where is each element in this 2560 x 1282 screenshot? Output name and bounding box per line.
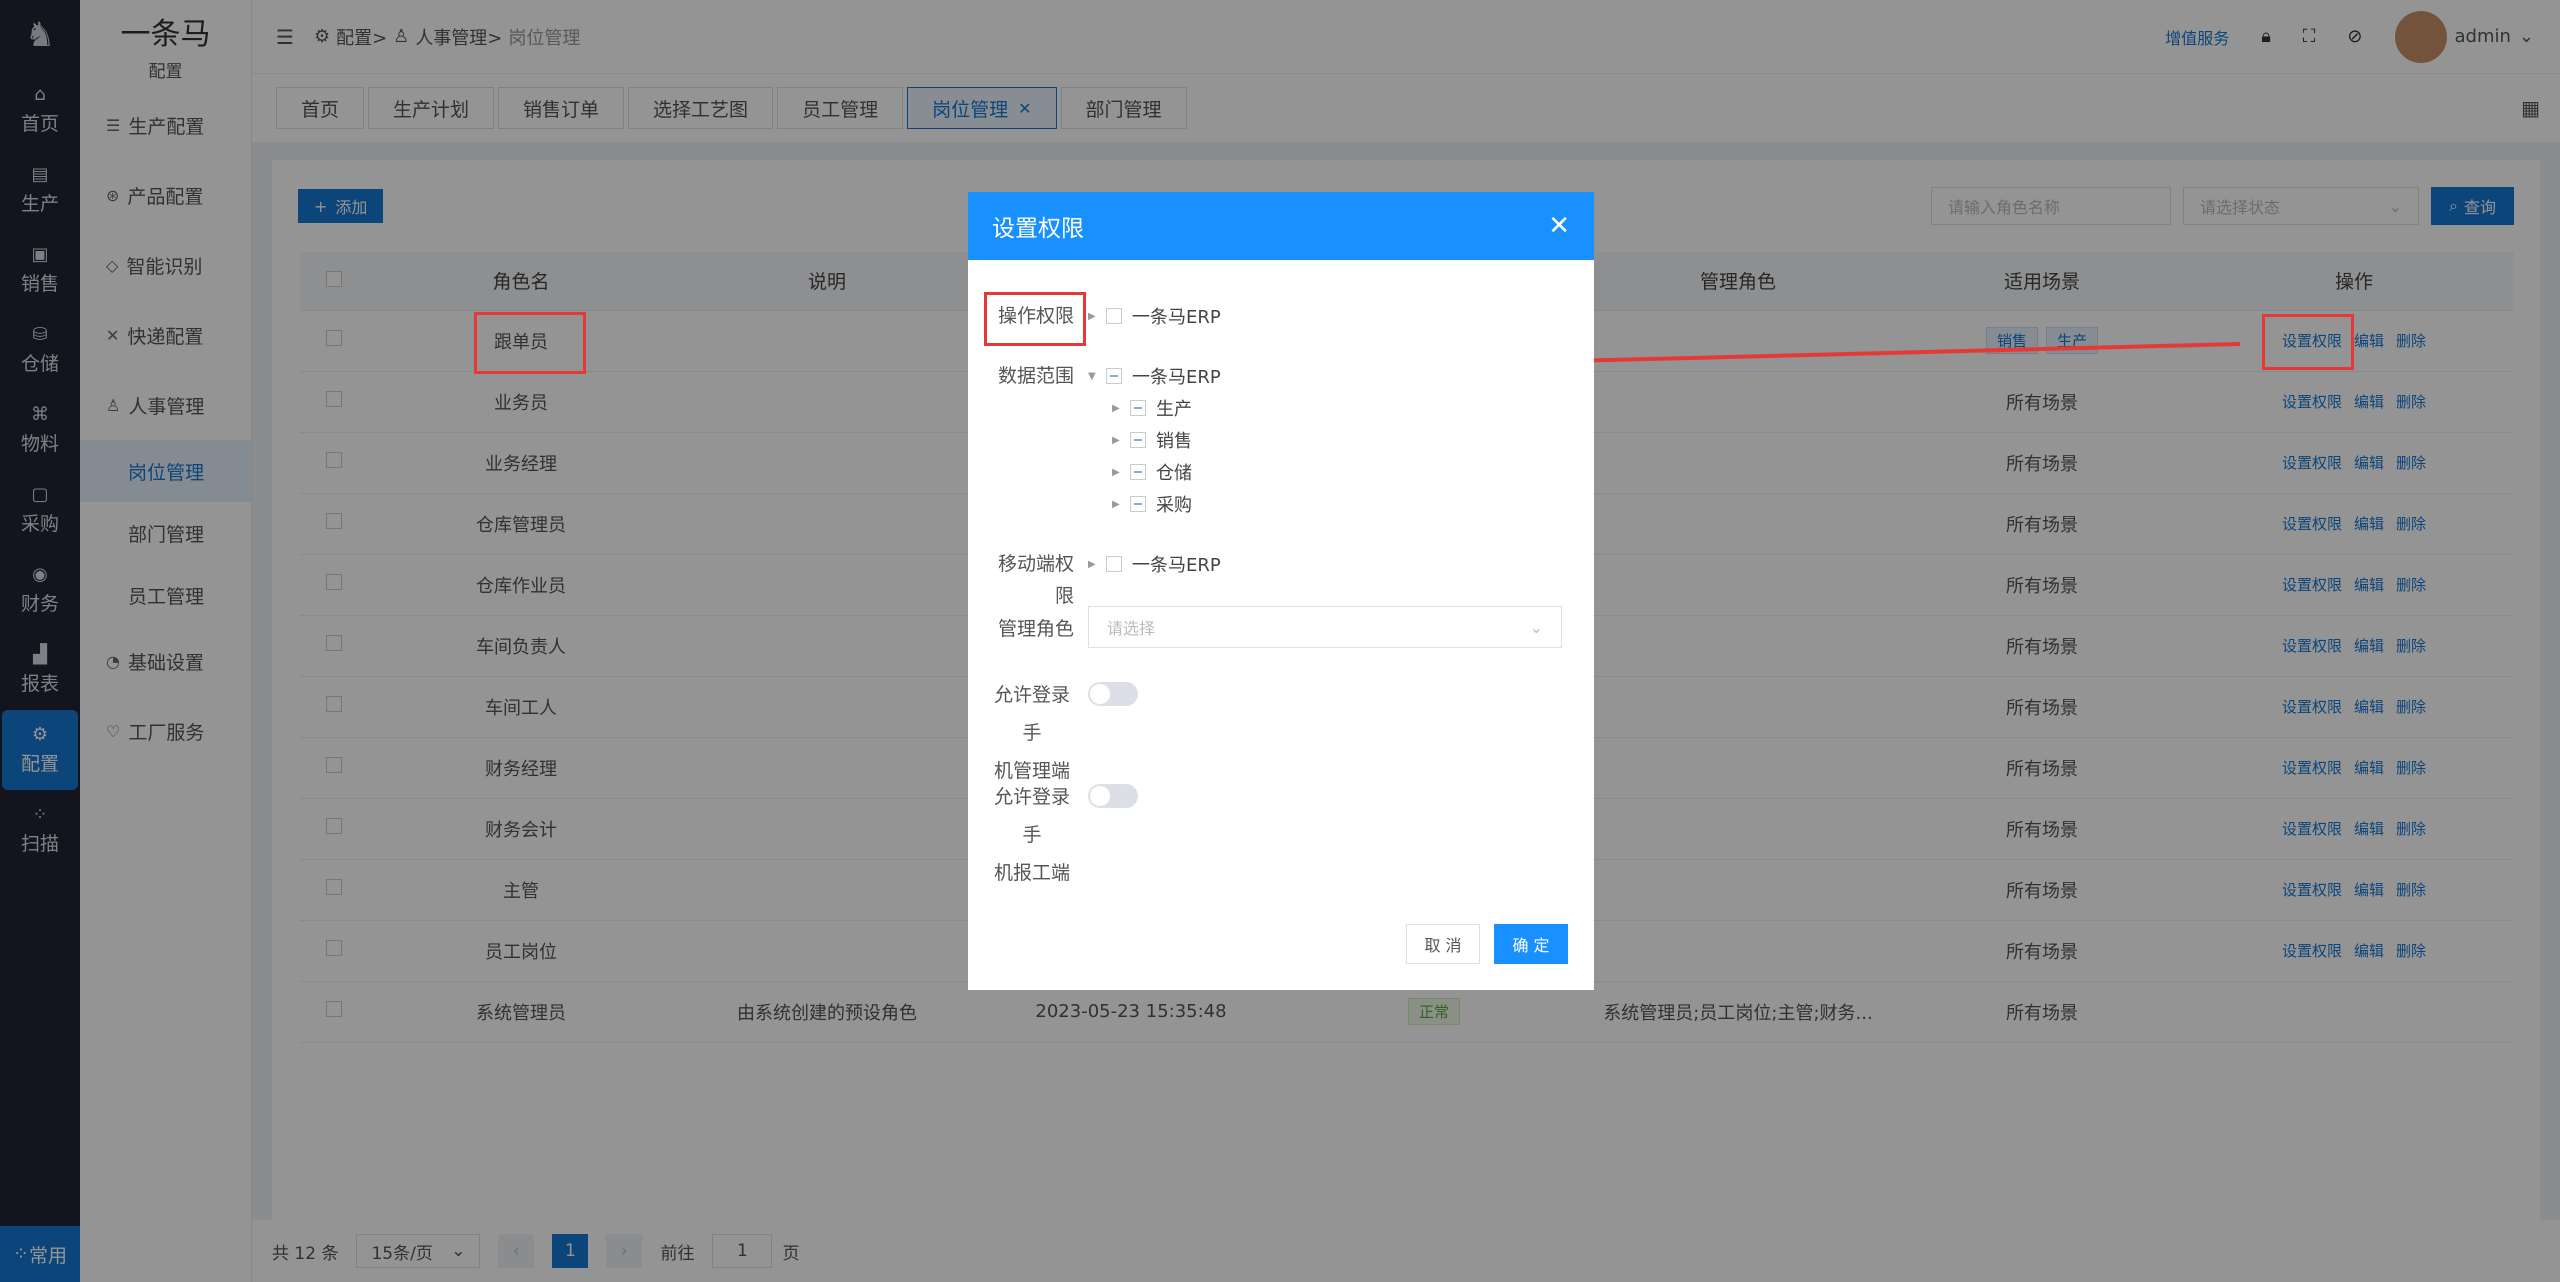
mobile-permission-row: 移动端权限 ▶ 一条马ERP — [990, 548, 1221, 612]
caret-right-icon[interactable]: ▶ — [1112, 435, 1130, 446]
mobile-permission-label: 移动端权限 — [997, 553, 1074, 607]
tree-checkbox[interactable] — [1106, 556, 1122, 572]
allow-report-label-line2: 机报工端 — [993, 862, 1070, 884]
op-permission-label: 操作权限 — [997, 305, 1074, 327]
op-permission-row: 操作权限 ▶ 一条马ERP — [990, 300, 1221, 332]
chevron-down-icon: ⌄ — [1529, 617, 1543, 637]
allow-report-label: 允许登录手 机报工端 — [990, 778, 1088, 892]
caret-right-icon[interactable]: ▶ — [1088, 311, 1106, 322]
manage-role-select[interactable]: 请选择 ⌄ — [1088, 606, 1562, 648]
allow-mgmt-label-line1: 允许登录手 — [993, 684, 1070, 744]
manage-role-row: 管理角色 请选择 ⌄ — [990, 606, 1562, 648]
manage-role-label: 管理角色 — [997, 617, 1074, 640]
manage-role-placeholder: 请选择 — [1107, 619, 1156, 638]
tree-checkbox[interactable] — [1130, 464, 1146, 480]
tree-node[interactable]: ▶ 销售 — [1088, 424, 1221, 456]
close-icon[interactable]: ✕ — [1548, 211, 1570, 241]
caret-right-icon[interactable]: ▶ — [1088, 559, 1106, 570]
tree-node-label: 采购 — [1156, 495, 1192, 516]
data-scope-row: 数据范围 ▼ 一条马ERP ▶ 生产 ▶ 销售 ▶ 仓储 ▶ 采购 — [990, 360, 1221, 520]
cancel-button[interactable]: 取 消 — [1406, 924, 1480, 964]
caret-down-icon[interactable]: ▼ — [1088, 371, 1106, 382]
allow-report-row: 允许登录手 机报工端 — [990, 778, 1138, 892]
tree-node[interactable]: ▶ 一条马ERP — [1088, 548, 1221, 580]
dialog-header: 设置权限 ✕ — [968, 192, 1594, 260]
tree-node-label: 一条马ERP — [1132, 367, 1221, 388]
tree-node[interactable]: ▶ 采购 — [1088, 488, 1221, 520]
tree-node[interactable]: ▶ 仓储 — [1088, 456, 1221, 488]
tree-node[interactable]: ▶ 一条马ERP — [1088, 300, 1221, 332]
dialog-title: 设置权限 — [992, 216, 1084, 242]
tree-checkbox[interactable] — [1106, 308, 1122, 324]
tree-node-label: 仓储 — [1156, 463, 1192, 484]
allow-mgmt-label: 允许登录手 机管理端 — [990, 676, 1088, 790]
tree-checkbox[interactable] — [1130, 432, 1146, 448]
tree-node-label: 一条马ERP — [1132, 307, 1221, 328]
tree-checkbox[interactable] — [1130, 400, 1146, 416]
tree-checkbox[interactable] — [1130, 496, 1146, 512]
confirm-button[interactable]: 确 定 — [1494, 924, 1568, 964]
tree-checkbox[interactable] — [1106, 368, 1122, 384]
allow-report-label-line1: 允许登录手 — [993, 786, 1070, 846]
tree-node-label: 生产 — [1156, 399, 1192, 420]
tree-node-label: 一条马ERP — [1132, 555, 1221, 576]
caret-right-icon[interactable]: ▶ — [1112, 403, 1130, 414]
data-scope-label: 数据范围 — [997, 365, 1074, 387]
tree-node[interactable]: ▼ 一条马ERP — [1088, 360, 1221, 392]
caret-right-icon[interactable]: ▶ — [1112, 499, 1130, 510]
allow-report-switch[interactable] — [1088, 784, 1138, 808]
permission-dialog: 设置权限 ✕ 操作权限 ▶ 一条马ERP 数据范围 ▼ 一条马ERP ▶ 生产 ▶ 销售 ▶… — [968, 192, 1594, 990]
tree-node-label: 销售 — [1156, 431, 1192, 452]
allow-mgmt-row: 允许登录手 机管理端 — [990, 676, 1138, 790]
tree-node[interactable]: ▶ 生产 — [1088, 392, 1221, 424]
allow-mgmt-switch[interactable] — [1088, 682, 1138, 706]
caret-right-icon[interactable]: ▶ — [1112, 467, 1130, 478]
